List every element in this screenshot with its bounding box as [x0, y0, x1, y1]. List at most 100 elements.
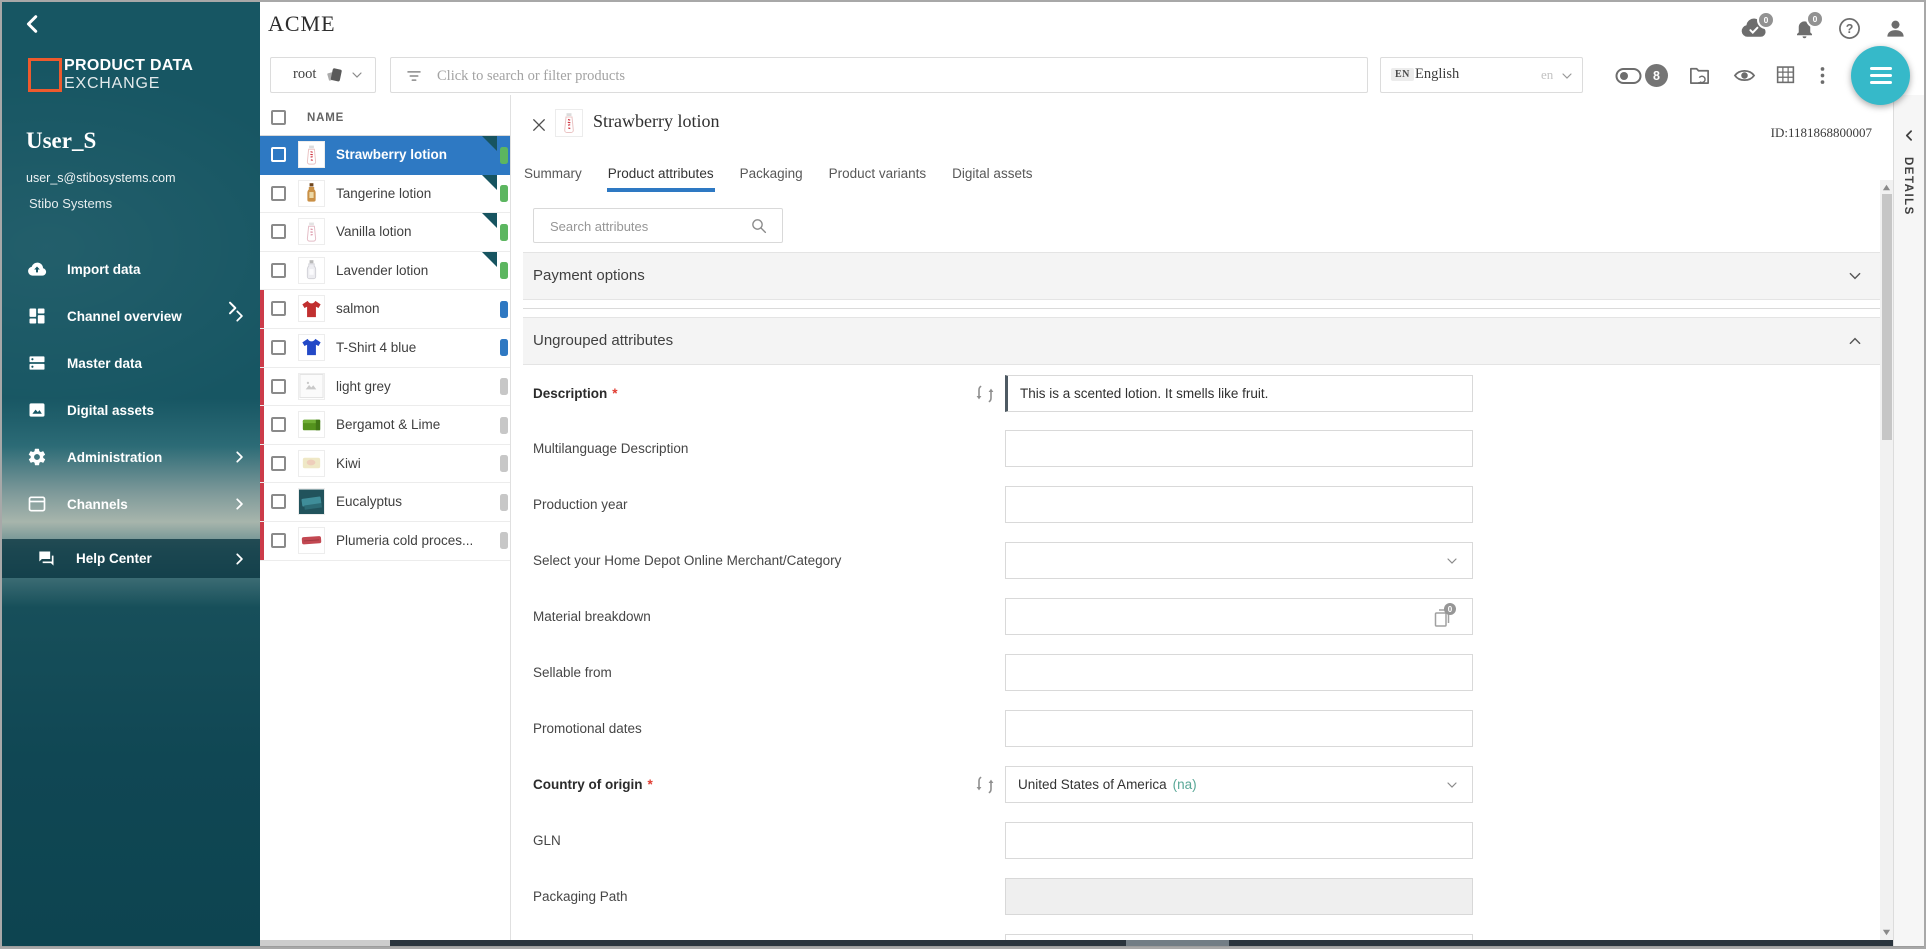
row-checkbox[interactable] [271, 340, 286, 355]
tab-packaging[interactable]: Packaging [739, 155, 804, 192]
product-thumbnail [298, 527, 325, 554]
attribute-select-country-of-origin[interactable]: United States of America(na) [1005, 766, 1473, 803]
required-asterisk: * [612, 386, 617, 401]
sidebar-item-channel-overview[interactable]: Channel overview [0, 298, 260, 334]
details-drawer-tab[interactable]: DETAILS [1893, 95, 1924, 947]
modified-corner-flag [482, 252, 497, 267]
grid-view-icon[interactable] [1775, 64, 1796, 85]
user-profile-icon[interactable] [1884, 17, 1907, 40]
product-name: T-Shirt 4 blue [336, 340, 416, 355]
product-row-strawberry-lotion[interactable]: Strawberry lotion [260, 136, 510, 175]
attribute-input-production-year[interactable] [1005, 486, 1473, 523]
detail-panel: Strawberry lotion ID:1181868800007 Summa… [511, 95, 1880, 940]
product-row-salmon[interactable]: salmon [260, 290, 510, 329]
status-badge [500, 224, 508, 241]
attribute-label-country-of-origin: Country of origin* [533, 766, 653, 803]
product-row-eucalyptus[interactable]: Eucalyptus [260, 483, 510, 522]
product-row-lavender-lotion[interactable]: Lavender lotion [260, 252, 510, 291]
row-checkbox[interactable] [271, 263, 286, 278]
status-badge [500, 262, 508, 279]
tab-product-variants[interactable]: Product variants [828, 155, 928, 192]
sidebar-item-label: Channel overview [67, 309, 182, 324]
hierarchy-selector-label: root [293, 66, 316, 83]
section-ungrouped-attributes[interactable]: Ungrouped attributes [523, 317, 1880, 365]
sidebar-item-import-data[interactable]: Import data [0, 251, 260, 287]
filter-icon[interactable] [405, 67, 423, 85]
sidebar-item-digital-assets[interactable]: Digital assets [0, 392, 260, 428]
product-thumbnail [298, 218, 325, 245]
language-selector[interactable]: EN English en [1380, 57, 1583, 93]
row-checkbox[interactable] [271, 379, 286, 394]
scroll-down-icon[interactable] [1882, 928, 1891, 937]
row-checkbox[interactable] [271, 186, 286, 201]
attribute-input-gln[interactable] [1005, 822, 1473, 859]
row-checkbox[interactable] [271, 147, 286, 162]
attribute-input-material-breakdown[interactable] [1005, 598, 1473, 635]
row-checkbox[interactable] [271, 456, 286, 471]
select-all-checkbox[interactable] [271, 110, 286, 125]
product-search-input[interactable] [435, 58, 1339, 94]
multivalue-swap-icon[interactable] [975, 383, 995, 405]
vertical-scrollbar-thumb[interactable] [1882, 194, 1892, 440]
product-name: Kiwi [336, 456, 361, 471]
sidebar-item-help-center[interactable]: Help Center [0, 539, 260, 578]
product-thumbnail [298, 450, 325, 477]
row-checkbox[interactable] [271, 224, 286, 239]
hierarchy-selector[interactable]: root [270, 57, 376, 93]
attribute-input-promotional-dates[interactable] [1005, 710, 1473, 747]
folder-sync-icon[interactable] [1688, 64, 1711, 87]
product-rows: Strawberry lotion Tangerine lotion Vanilla… [260, 136, 510, 561]
sidebar-item-master-data[interactable]: Master data [0, 345, 260, 381]
row-checkbox[interactable] [271, 417, 286, 432]
logo-text-line1: PRODUCT DATA [64, 57, 193, 75]
alert-bar [260, 445, 264, 483]
attribute-select-select-your-home-depot-online-merchant-category[interactable] [1005, 542, 1473, 579]
logo-icon [28, 58, 62, 92]
more-options-icon[interactable] [1819, 64, 1826, 87]
product-thumbnail [298, 180, 325, 207]
status-badge [500, 147, 508, 164]
close-icon[interactable] [530, 116, 548, 134]
tab-digital-assets[interactable]: Digital assets [951, 155, 1033, 192]
section-divider [523, 308, 1880, 309]
product-row-vanilla-lotion[interactable]: Vanilla lotion [260, 213, 510, 252]
sidebar-collapse-icon[interactable] [22, 13, 44, 35]
product-name: Lavender lotion [336, 263, 428, 278]
tab-summary[interactable]: Summary [523, 155, 583, 192]
product-row-kiwi[interactable]: Kiwi [260, 445, 510, 484]
vertical-scrollbar[interactable] [1880, 180, 1893, 940]
status-badge [500, 378, 508, 395]
scroll-up-icon[interactable] [1882, 183, 1891, 192]
sidebar-item-administration[interactable]: Administration [0, 439, 260, 475]
attribute-label-material-breakdown: Material breakdown [533, 598, 651, 635]
row-checkbox[interactable] [271, 533, 286, 548]
attribute-input-sellable-from[interactable] [1005, 654, 1473, 691]
toggle-view-icon[interactable] [1614, 64, 1643, 88]
multivalue-swap-icon[interactable] [975, 774, 995, 796]
chevron-right-icon [232, 552, 246, 566]
section-payment-options[interactable]: Payment options [523, 252, 1880, 300]
preview-icon[interactable] [1733, 64, 1756, 87]
row-checkbox[interactable] [271, 301, 286, 316]
attribute-search-input[interactable] [548, 209, 742, 244]
product-row-light-grey[interactable]: light grey [260, 368, 510, 407]
tab-product-attributes[interactable]: Product attributes [607, 155, 715, 192]
status-badge [500, 455, 508, 472]
sidebar-item-channels[interactable]: Channels [0, 486, 260, 522]
main-menu-fab[interactable] [1851, 46, 1910, 105]
product-name: Tangerine lotion [336, 186, 431, 201]
product-row-t-shirt-4-blue[interactable]: T-Shirt 4 blue [260, 329, 510, 368]
product-row-tangerine-lotion[interactable]: Tangerine lotion [260, 175, 510, 214]
help-icon[interactable]: ? [1838, 17, 1861, 40]
attribute-input-description[interactable] [1005, 375, 1473, 412]
attribute-input-multilanguage-description[interactable] [1005, 430, 1473, 467]
product-list-header: NAME [260, 95, 510, 136]
product-row-plumeria-cold-proces[interactable]: Plumeria cold proces... [260, 522, 510, 561]
tree-expand-icon[interactable] [224, 300, 240, 316]
row-checkbox[interactable] [271, 494, 286, 509]
product-row-bergamot-lime[interactable]: Bergamot & Lime [260, 406, 510, 445]
selection-count-badge[interactable]: 8 [1645, 64, 1668, 87]
sidebar-item-label: Help Center [76, 551, 152, 566]
user-email: user_s@stibosystems.com [26, 171, 176, 185]
product-title: Strawberry lotion [593, 111, 719, 132]
